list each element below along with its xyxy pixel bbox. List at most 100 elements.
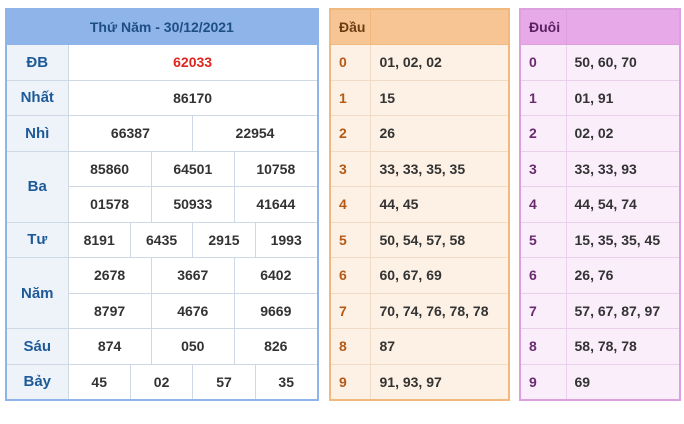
prize-value-nam: 3667 <box>150 257 235 294</box>
dau-values: 87 <box>369 328 510 365</box>
duoi-row: 4 44, 54, 74 <box>519 186 681 223</box>
duoi-row: 6 26, 76 <box>519 257 681 294</box>
prize-value-nam: 9669 <box>233 292 319 329</box>
prize-value-tu: 6435 <box>129 221 194 258</box>
duoi-row: 5 15, 35, 35, 45 <box>519 221 681 258</box>
prize-row-sau: Sáu 874 050 826 <box>5 328 319 365</box>
duoi-values: 57, 67, 87, 97 <box>565 292 681 329</box>
duoi-values: 50, 60, 70 <box>565 44 681 81</box>
dau-values: 50, 54, 57, 58 <box>369 221 510 258</box>
prize-row-nhi: Nhì 66387 22954 <box>5 115 319 152</box>
results-date-header: Thứ Năm - 30/12/2021 <box>5 8 319 45</box>
dau-row: 6 60, 67, 69 <box>329 257 510 294</box>
dau-key: 0 <box>329 44 371 81</box>
dau-row: 0 01, 02, 02 <box>329 44 510 81</box>
dau-values: 70, 74, 76, 78, 78 <box>369 292 510 329</box>
prize-label-nhi: Nhì <box>5 115 69 152</box>
dau-row: 2 26 <box>329 115 510 152</box>
prize-label-nam: Năm <box>5 257 69 329</box>
prize-value-sau: 874 <box>67 328 152 365</box>
dau-key: 8 <box>329 328 371 365</box>
prize-row-nam: Năm 2678 3667 6402 <box>5 257 319 329</box>
duoi-values: 69 <box>565 363 681 401</box>
dau-row: 7 70, 74, 76, 78, 78 <box>329 292 510 329</box>
duoi-values: 02, 02 <box>565 115 681 152</box>
duoi-key: 8 <box>519 328 567 365</box>
duoi-key: 6 <box>519 257 567 294</box>
dau-key: 2 <box>329 115 371 152</box>
duoi-row: 2 02, 02 <box>519 115 681 152</box>
prize-label-sau: Sáu <box>5 328 69 365</box>
duoi-row: 0 50, 60, 70 <box>519 44 681 81</box>
prize-value-nhat: 86170 <box>67 79 319 116</box>
duoi-row: 8 58, 78, 78 <box>519 328 681 365</box>
prize-label-tu: Tư <box>5 221 69 258</box>
prize-value-tu: 8191 <box>67 221 131 258</box>
duoi-values: 44, 54, 74 <box>565 186 681 223</box>
prize-label-db: ĐB <box>5 44 69 81</box>
dau-values: 91, 93, 97 <box>369 363 510 401</box>
prize-value-nhi: 66387 <box>67 115 194 152</box>
dau-values: 33, 33, 35, 35 <box>369 150 510 187</box>
dau-values: 60, 67, 69 <box>369 257 510 294</box>
duoi-row: 7 57, 67, 87, 97 <box>519 292 681 329</box>
prize-value-bay: 35 <box>254 363 319 401</box>
prize-value-sau: 050 <box>150 328 235 365</box>
prize-value-nam: 4676 <box>150 292 235 329</box>
duoi-values: 33, 33, 93 <box>565 150 681 187</box>
prize-value-sau: 826 <box>233 328 319 365</box>
dau-key: 3 <box>329 150 371 187</box>
prize-row-db: ĐB 62033 <box>5 44 319 81</box>
prize-value-ba: 41644 <box>233 186 319 223</box>
prize-value-ba: 10758 <box>233 150 319 187</box>
duoi-header-row: Đuôi <box>519 8 681 45</box>
duoi-values: 01, 91 <box>565 79 681 116</box>
prize-value-nam: 6402 <box>233 257 319 294</box>
dau-key: 9 <box>329 363 371 401</box>
prize-row-bay: Bảy 45 02 57 35 <box>5 363 319 401</box>
duoi-header-blank <box>565 8 681 45</box>
duoi-key: 1 <box>519 79 567 116</box>
prize-value-nhi: 22954 <box>192 115 319 152</box>
duoi-key: 3 <box>519 150 567 187</box>
prize-label-nhat: Nhất <box>5 79 69 116</box>
duoi-header: Đuôi <box>519 8 567 45</box>
dau-values: 15 <box>369 79 510 116</box>
prize-value-nam: 8797 <box>67 292 152 329</box>
prize-row-nhat: Nhất 86170 <box>5 79 319 116</box>
duoi-key: 5 <box>519 221 567 258</box>
dau-key: 7 <box>329 292 371 329</box>
results-header-row: Thứ Năm - 30/12/2021 <box>5 8 319 45</box>
duoi-values: 15, 35, 35, 45 <box>565 221 681 258</box>
dau-key: 1 <box>329 79 371 116</box>
dau-row: 9 91, 93, 97 <box>329 363 510 401</box>
prize-value-bay: 57 <box>192 363 256 401</box>
duoi-key: 2 <box>519 115 567 152</box>
duoi-table: Đuôi 0 50, 60, 70 1 01, 91 2 02, 02 3 33, 33… <box>519 8 681 401</box>
prize-value-bay: 45 <box>67 363 131 401</box>
duoi-key: 7 <box>519 292 567 329</box>
dau-header-row: Đầu <box>329 8 510 45</box>
dau-key: 6 <box>329 257 371 294</box>
dau-row: 1 15 <box>329 79 510 116</box>
prize-value-ba: 85860 <box>67 150 152 187</box>
prize-row-ba: Ba 85860 64501 10758 <box>5 150 319 223</box>
prize-value-ba: 64501 <box>150 150 235 187</box>
dau-table: Đầu 0 01, 02, 02 1 15 2 26 3 33, 33, 35, 35 … <box>329 8 510 401</box>
prize-value-tu: 2915 <box>192 221 256 258</box>
results-table: Thứ Năm - 30/12/2021 ĐB 62033 Nhất 86170… <box>5 8 319 401</box>
prize-value-db: 62033 <box>67 44 319 81</box>
dau-values: 26 <box>369 115 510 152</box>
dau-row: 5 50, 54, 57, 58 <box>329 221 510 258</box>
duoi-row: 3 33, 33, 93 <box>519 150 681 187</box>
prize-value-nam: 2678 <box>67 257 152 294</box>
dau-row: 4 44, 45 <box>329 186 510 223</box>
prize-value-tu: 1993 <box>254 221 319 258</box>
duoi-key: 9 <box>519 363 567 401</box>
prize-value-ba: 01578 <box>67 186 152 223</box>
dau-header: Đầu <box>329 8 371 45</box>
duoi-row: 9 69 <box>519 363 681 401</box>
prize-value-ba: 50933 <box>150 186 235 223</box>
dau-row: 8 87 <box>329 328 510 365</box>
prize-row-tu: Tư 8191 6435 2915 1993 <box>5 221 319 258</box>
